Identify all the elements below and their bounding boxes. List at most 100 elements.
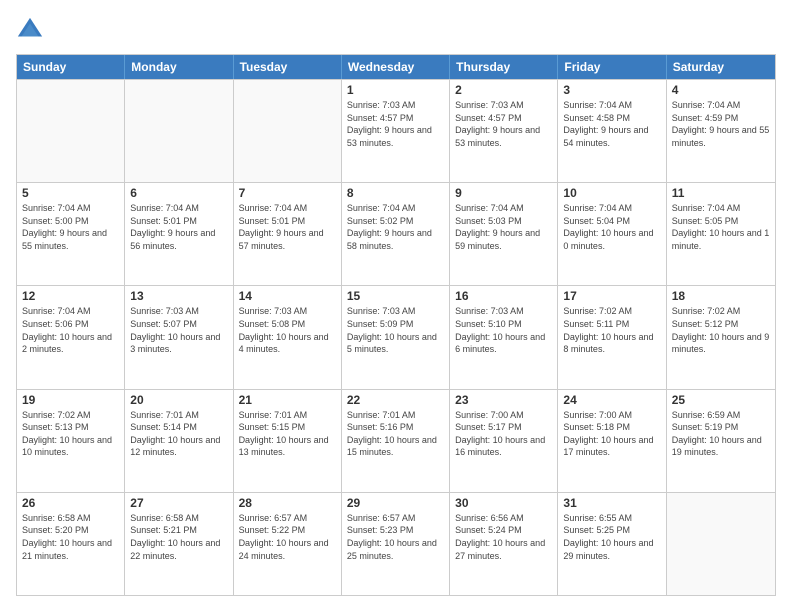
- cal-cell-23: 23 Sunrise: 7:00 AM Sunset: 5:17 PM Dayli…: [450, 390, 558, 492]
- day-info: Sunrise: 7:03 AM Sunset: 4:57 PM Dayligh…: [347, 99, 444, 149]
- cal-cell-19: 19 Sunrise: 7:02 AM Sunset: 5:13 PM Dayli…: [17, 390, 125, 492]
- header-day-monday: Monday: [125, 55, 233, 79]
- day-number: 13: [130, 289, 227, 303]
- day-info: Sunrise: 7:03 AM Sunset: 5:09 PM Dayligh…: [347, 305, 444, 355]
- day-info: Sunrise: 7:01 AM Sunset: 5:15 PM Dayligh…: [239, 409, 336, 459]
- cal-cell-8: 8 Sunrise: 7:04 AM Sunset: 5:02 PM Daylig…: [342, 183, 450, 285]
- day-number: 15: [347, 289, 444, 303]
- day-number: 24: [563, 393, 660, 407]
- day-number: 26: [22, 496, 119, 510]
- day-info: Sunrise: 6:58 AM Sunset: 5:20 PM Dayligh…: [22, 512, 119, 562]
- day-info: Sunrise: 7:04 AM Sunset: 5:02 PM Dayligh…: [347, 202, 444, 252]
- cal-cell-30: 30 Sunrise: 6:56 AM Sunset: 5:24 PM Dayli…: [450, 493, 558, 595]
- cal-cell-27: 27 Sunrise: 6:58 AM Sunset: 5:21 PM Dayli…: [125, 493, 233, 595]
- calendar-body: 1Sunrise: 7:03 AM Sunset: 4:57 PM Daylig…: [17, 79, 775, 595]
- day-number: 10: [563, 186, 660, 200]
- logo-icon: [16, 16, 44, 44]
- header-day-sunday: Sunday: [17, 55, 125, 79]
- calendar: SundayMondayTuesdayWednesdayThursdayFrid…: [16, 54, 776, 596]
- day-info: Sunrise: 6:58 AM Sunset: 5:21 PM Dayligh…: [130, 512, 227, 562]
- day-number: 8: [347, 186, 444, 200]
- day-number: 18: [672, 289, 770, 303]
- day-number: 12: [22, 289, 119, 303]
- cal-cell-5: 5 Sunrise: 7:04 AM Sunset: 5:00 PM Daylig…: [17, 183, 125, 285]
- cal-cell-22: 22 Sunrise: 7:01 AM Sunset: 5:16 PM Dayli…: [342, 390, 450, 492]
- cal-cell-empty-0: [17, 80, 125, 182]
- cal-cell-7: 7Sunrise: 7:04 AM Sunset: 5:01 PM Daylig…: [234, 183, 342, 285]
- calendar-header: SundayMondayTuesdayWednesdayThursdayFrid…: [17, 55, 775, 79]
- page: SundayMondayTuesdayWednesdayThursdayFrid…: [0, 0, 792, 612]
- day-number: 19: [22, 393, 119, 407]
- day-info: Sunrise: 7:04 AM Sunset: 5:00 PM Dayligh…: [22, 202, 119, 252]
- header-day-saturday: Saturday: [667, 55, 775, 79]
- day-number: 17: [563, 289, 660, 303]
- day-number: 5: [22, 186, 119, 200]
- day-info: Sunrise: 7:02 AM Sunset: 5:12 PM Dayligh…: [672, 305, 770, 355]
- day-info: Sunrise: 7:02 AM Sunset: 5:13 PM Dayligh…: [22, 409, 119, 459]
- cal-cell-29: 29 Sunrise: 6:57 AM Sunset: 5:23 PM Dayli…: [342, 493, 450, 595]
- cal-cell-empty-1: [125, 80, 233, 182]
- cal-cell-4: 4 Sunrise: 7:04 AM Sunset: 4:59 PM Daylig…: [667, 80, 775, 182]
- day-info: Sunrise: 6:59 AM Sunset: 5:19 PM Dayligh…: [672, 409, 770, 459]
- day-info: Sunrise: 7:00 AM Sunset: 5:17 PM Dayligh…: [455, 409, 552, 459]
- day-info: Sunrise: 7:04 AM Sunset: 5:04 PM Dayligh…: [563, 202, 660, 252]
- cal-cell-31: 31Sunrise: 6:55 AM Sunset: 5:25 PM Dayli…: [558, 493, 666, 595]
- day-info: Sunrise: 7:03 AM Sunset: 4:57 PM Dayligh…: [455, 99, 552, 149]
- day-number: 30: [455, 496, 552, 510]
- cal-cell-25: 25 Sunrise: 6:59 AM Sunset: 5:19 PM Dayli…: [667, 390, 775, 492]
- cal-cell-16: 16Sunrise: 7:03 AM Sunset: 5:10 PM Dayli…: [450, 286, 558, 388]
- day-number: 25: [672, 393, 770, 407]
- day-number: 23: [455, 393, 552, 407]
- day-info: Sunrise: 7:04 AM Sunset: 5:01 PM Dayligh…: [130, 202, 227, 252]
- header-day-friday: Friday: [558, 55, 666, 79]
- cal-cell-10: 10 Sunrise: 7:04 AM Sunset: 5:04 PM Dayli…: [558, 183, 666, 285]
- cal-cell-6: 6 Sunrise: 7:04 AM Sunset: 5:01 PM Daylig…: [125, 183, 233, 285]
- day-number: 11: [672, 186, 770, 200]
- day-info: Sunrise: 6:57 AM Sunset: 5:23 PM Dayligh…: [347, 512, 444, 562]
- cal-cell-empty-6: [667, 493, 775, 595]
- day-number: 28: [239, 496, 336, 510]
- day-info: Sunrise: 7:04 AM Sunset: 5:03 PM Dayligh…: [455, 202, 552, 252]
- cal-cell-3: 3 Sunrise: 7:04 AM Sunset: 4:58 PM Daylig…: [558, 80, 666, 182]
- cal-cell-1: 1Sunrise: 7:03 AM Sunset: 4:57 PM Daylig…: [342, 80, 450, 182]
- day-number: 14: [239, 289, 336, 303]
- day-number: 27: [130, 496, 227, 510]
- week-row-5: 26 Sunrise: 6:58 AM Sunset: 5:20 PM Dayli…: [17, 492, 775, 595]
- day-info: Sunrise: 7:03 AM Sunset: 5:10 PM Dayligh…: [455, 305, 552, 355]
- cal-cell-2: 2Sunrise: 7:03 AM Sunset: 4:57 PM Daylig…: [450, 80, 558, 182]
- cal-cell-9: 9 Sunrise: 7:04 AM Sunset: 5:03 PM Daylig…: [450, 183, 558, 285]
- week-row-1: 1Sunrise: 7:03 AM Sunset: 4:57 PM Daylig…: [17, 79, 775, 182]
- day-info: Sunrise: 7:04 AM Sunset: 5:05 PM Dayligh…: [672, 202, 770, 252]
- day-info: Sunrise: 7:01 AM Sunset: 5:16 PM Dayligh…: [347, 409, 444, 459]
- day-info: Sunrise: 6:55 AM Sunset: 5:25 PM Dayligh…: [563, 512, 660, 562]
- day-info: Sunrise: 7:03 AM Sunset: 5:07 PM Dayligh…: [130, 305, 227, 355]
- cal-cell-18: 18 Sunrise: 7:02 AM Sunset: 5:12 PM Dayli…: [667, 286, 775, 388]
- day-info: Sunrise: 7:04 AM Sunset: 4:58 PM Dayligh…: [563, 99, 660, 149]
- day-info: Sunrise: 7:04 AM Sunset: 5:06 PM Dayligh…: [22, 305, 119, 355]
- cal-cell-28: 28 Sunrise: 6:57 AM Sunset: 5:22 PM Dayli…: [234, 493, 342, 595]
- day-info: Sunrise: 7:04 AM Sunset: 5:01 PM Dayligh…: [239, 202, 336, 252]
- day-info: Sunrise: 6:56 AM Sunset: 5:24 PM Dayligh…: [455, 512, 552, 562]
- day-number: 29: [347, 496, 444, 510]
- day-number: 4: [672, 83, 770, 97]
- header-day-thursday: Thursday: [450, 55, 558, 79]
- day-info: Sunrise: 7:04 AM Sunset: 4:59 PM Dayligh…: [672, 99, 770, 149]
- day-info: Sunrise: 6:57 AM Sunset: 5:22 PM Dayligh…: [239, 512, 336, 562]
- week-row-2: 5 Sunrise: 7:04 AM Sunset: 5:00 PM Daylig…: [17, 182, 775, 285]
- cal-cell-empty-2: [234, 80, 342, 182]
- cal-cell-13: 13 Sunrise: 7:03 AM Sunset: 5:07 PM Dayli…: [125, 286, 233, 388]
- day-info: Sunrise: 7:01 AM Sunset: 5:14 PM Dayligh…: [130, 409, 227, 459]
- cal-cell-14: 14 Sunrise: 7:03 AM Sunset: 5:08 PM Dayli…: [234, 286, 342, 388]
- day-info: Sunrise: 7:00 AM Sunset: 5:18 PM Dayligh…: [563, 409, 660, 459]
- logo: [16, 16, 48, 44]
- day-number: 9: [455, 186, 552, 200]
- cal-cell-11: 11 Sunrise: 7:04 AM Sunset: 5:05 PM Dayli…: [667, 183, 775, 285]
- day-info: Sunrise: 7:03 AM Sunset: 5:08 PM Dayligh…: [239, 305, 336, 355]
- week-row-3: 12 Sunrise: 7:04 AM Sunset: 5:06 PM Dayli…: [17, 285, 775, 388]
- cal-cell-17: 17Sunrise: 7:02 AM Sunset: 5:11 PM Dayli…: [558, 286, 666, 388]
- day-number: 6: [130, 186, 227, 200]
- day-number: 21: [239, 393, 336, 407]
- header-day-wednesday: Wednesday: [342, 55, 450, 79]
- day-number: 22: [347, 393, 444, 407]
- day-number: 3: [563, 83, 660, 97]
